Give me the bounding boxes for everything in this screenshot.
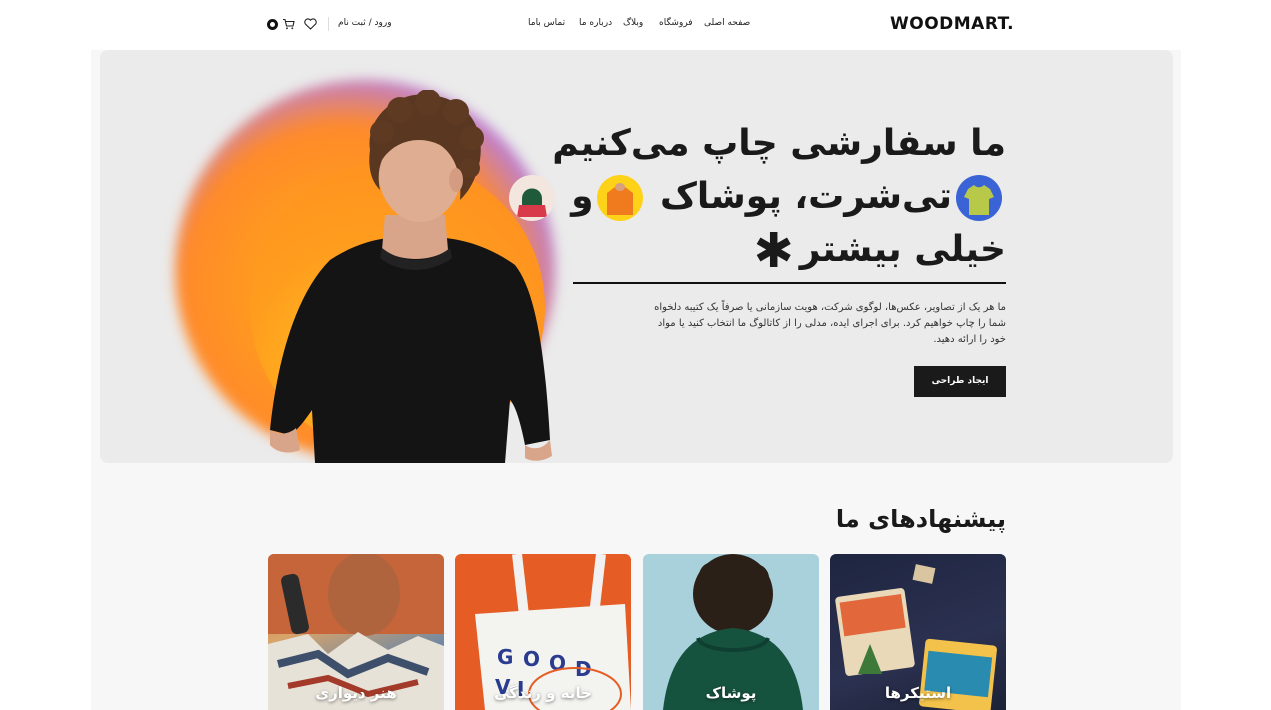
hero-description: ما هر یک از تصاویر، عکس‌ها، لوگوی شرکت، … bbox=[654, 302, 1006, 345]
hero-title-line-3: خیلی بیشتر✱ bbox=[546, 223, 1006, 278]
offer-card-label: هنر دیواری bbox=[315, 684, 397, 702]
nav-contact[interactable]: تماس باما bbox=[528, 18, 565, 28]
site-logo[interactable]: WOODMART. bbox=[890, 14, 1014, 34]
hero-title-line-2b: و bbox=[571, 176, 594, 217]
hero-title-line-3-text: خیلی بیشتر bbox=[799, 229, 1006, 270]
create-design-button[interactable]: ایجاد طراحی bbox=[914, 366, 1006, 397]
offer-card-label: پوشاک bbox=[705, 684, 757, 702]
nav-home[interactable]: صفحه اصلی bbox=[704, 18, 750, 28]
hero-title-line-2a: تی‌شرت، پوشاک bbox=[660, 176, 952, 217]
asterisk-icon: ✱ bbox=[753, 222, 794, 279]
nav-blog[interactable]: وبلاگ bbox=[623, 18, 643, 28]
hero-title-line-1: ما سفارشی چاپ می‌کنیم bbox=[552, 123, 1006, 164]
svg-text:G: G bbox=[497, 645, 513, 669]
nav-about[interactable]: درباره ما bbox=[579, 18, 612, 28]
svg-text:O: O bbox=[523, 647, 540, 671]
offer-card-label: استیکرها bbox=[884, 684, 952, 702]
hero-section: ما سفارشی چاپ می‌کنیم تی‌شرت، پوشاک و خی… bbox=[100, 50, 1173, 463]
apparel-thumbnail bbox=[597, 175, 644, 221]
offer-card-label: خانه و زندگی bbox=[494, 684, 592, 702]
page-margin-right bbox=[1181, 0, 1271, 710]
hero-divider bbox=[573, 282, 1006, 284]
hero-title: ما سفارشی چاپ می‌کنیم تی‌شرت، پوشاک و خی… bbox=[508, 117, 1006, 278]
tshirt-thumbnail bbox=[956, 175, 1002, 221]
offer-card-home-living[interactable]: GOOD VI خانه و زندگی bbox=[455, 554, 631, 710]
offer-card-stickers[interactable]: استیکرها bbox=[830, 554, 1006, 710]
accessories-thumbnail bbox=[508, 175, 555, 221]
hero-title-line-2: تی‌شرت، پوشاک و bbox=[508, 170, 1006, 223]
hero-model-image bbox=[270, 90, 552, 463]
nav-shop[interactable]: فروشگاه bbox=[659, 18, 693, 28]
cart-icon[interactable] bbox=[282, 18, 295, 30]
heart-icon[interactable] bbox=[304, 18, 317, 30]
offers-heading: پیشنهادهای ما bbox=[835, 505, 1006, 533]
login-register-link[interactable]: ورود / ثبت نام bbox=[338, 18, 392, 28]
header-divider bbox=[328, 17, 329, 31]
cart-count-badge bbox=[267, 19, 278, 30]
offer-card-apparel[interactable]: پوشاک bbox=[643, 554, 819, 710]
offer-card-wall-art[interactable]: هنر دیواری bbox=[268, 554, 444, 710]
page-margin-left bbox=[0, 0, 91, 710]
